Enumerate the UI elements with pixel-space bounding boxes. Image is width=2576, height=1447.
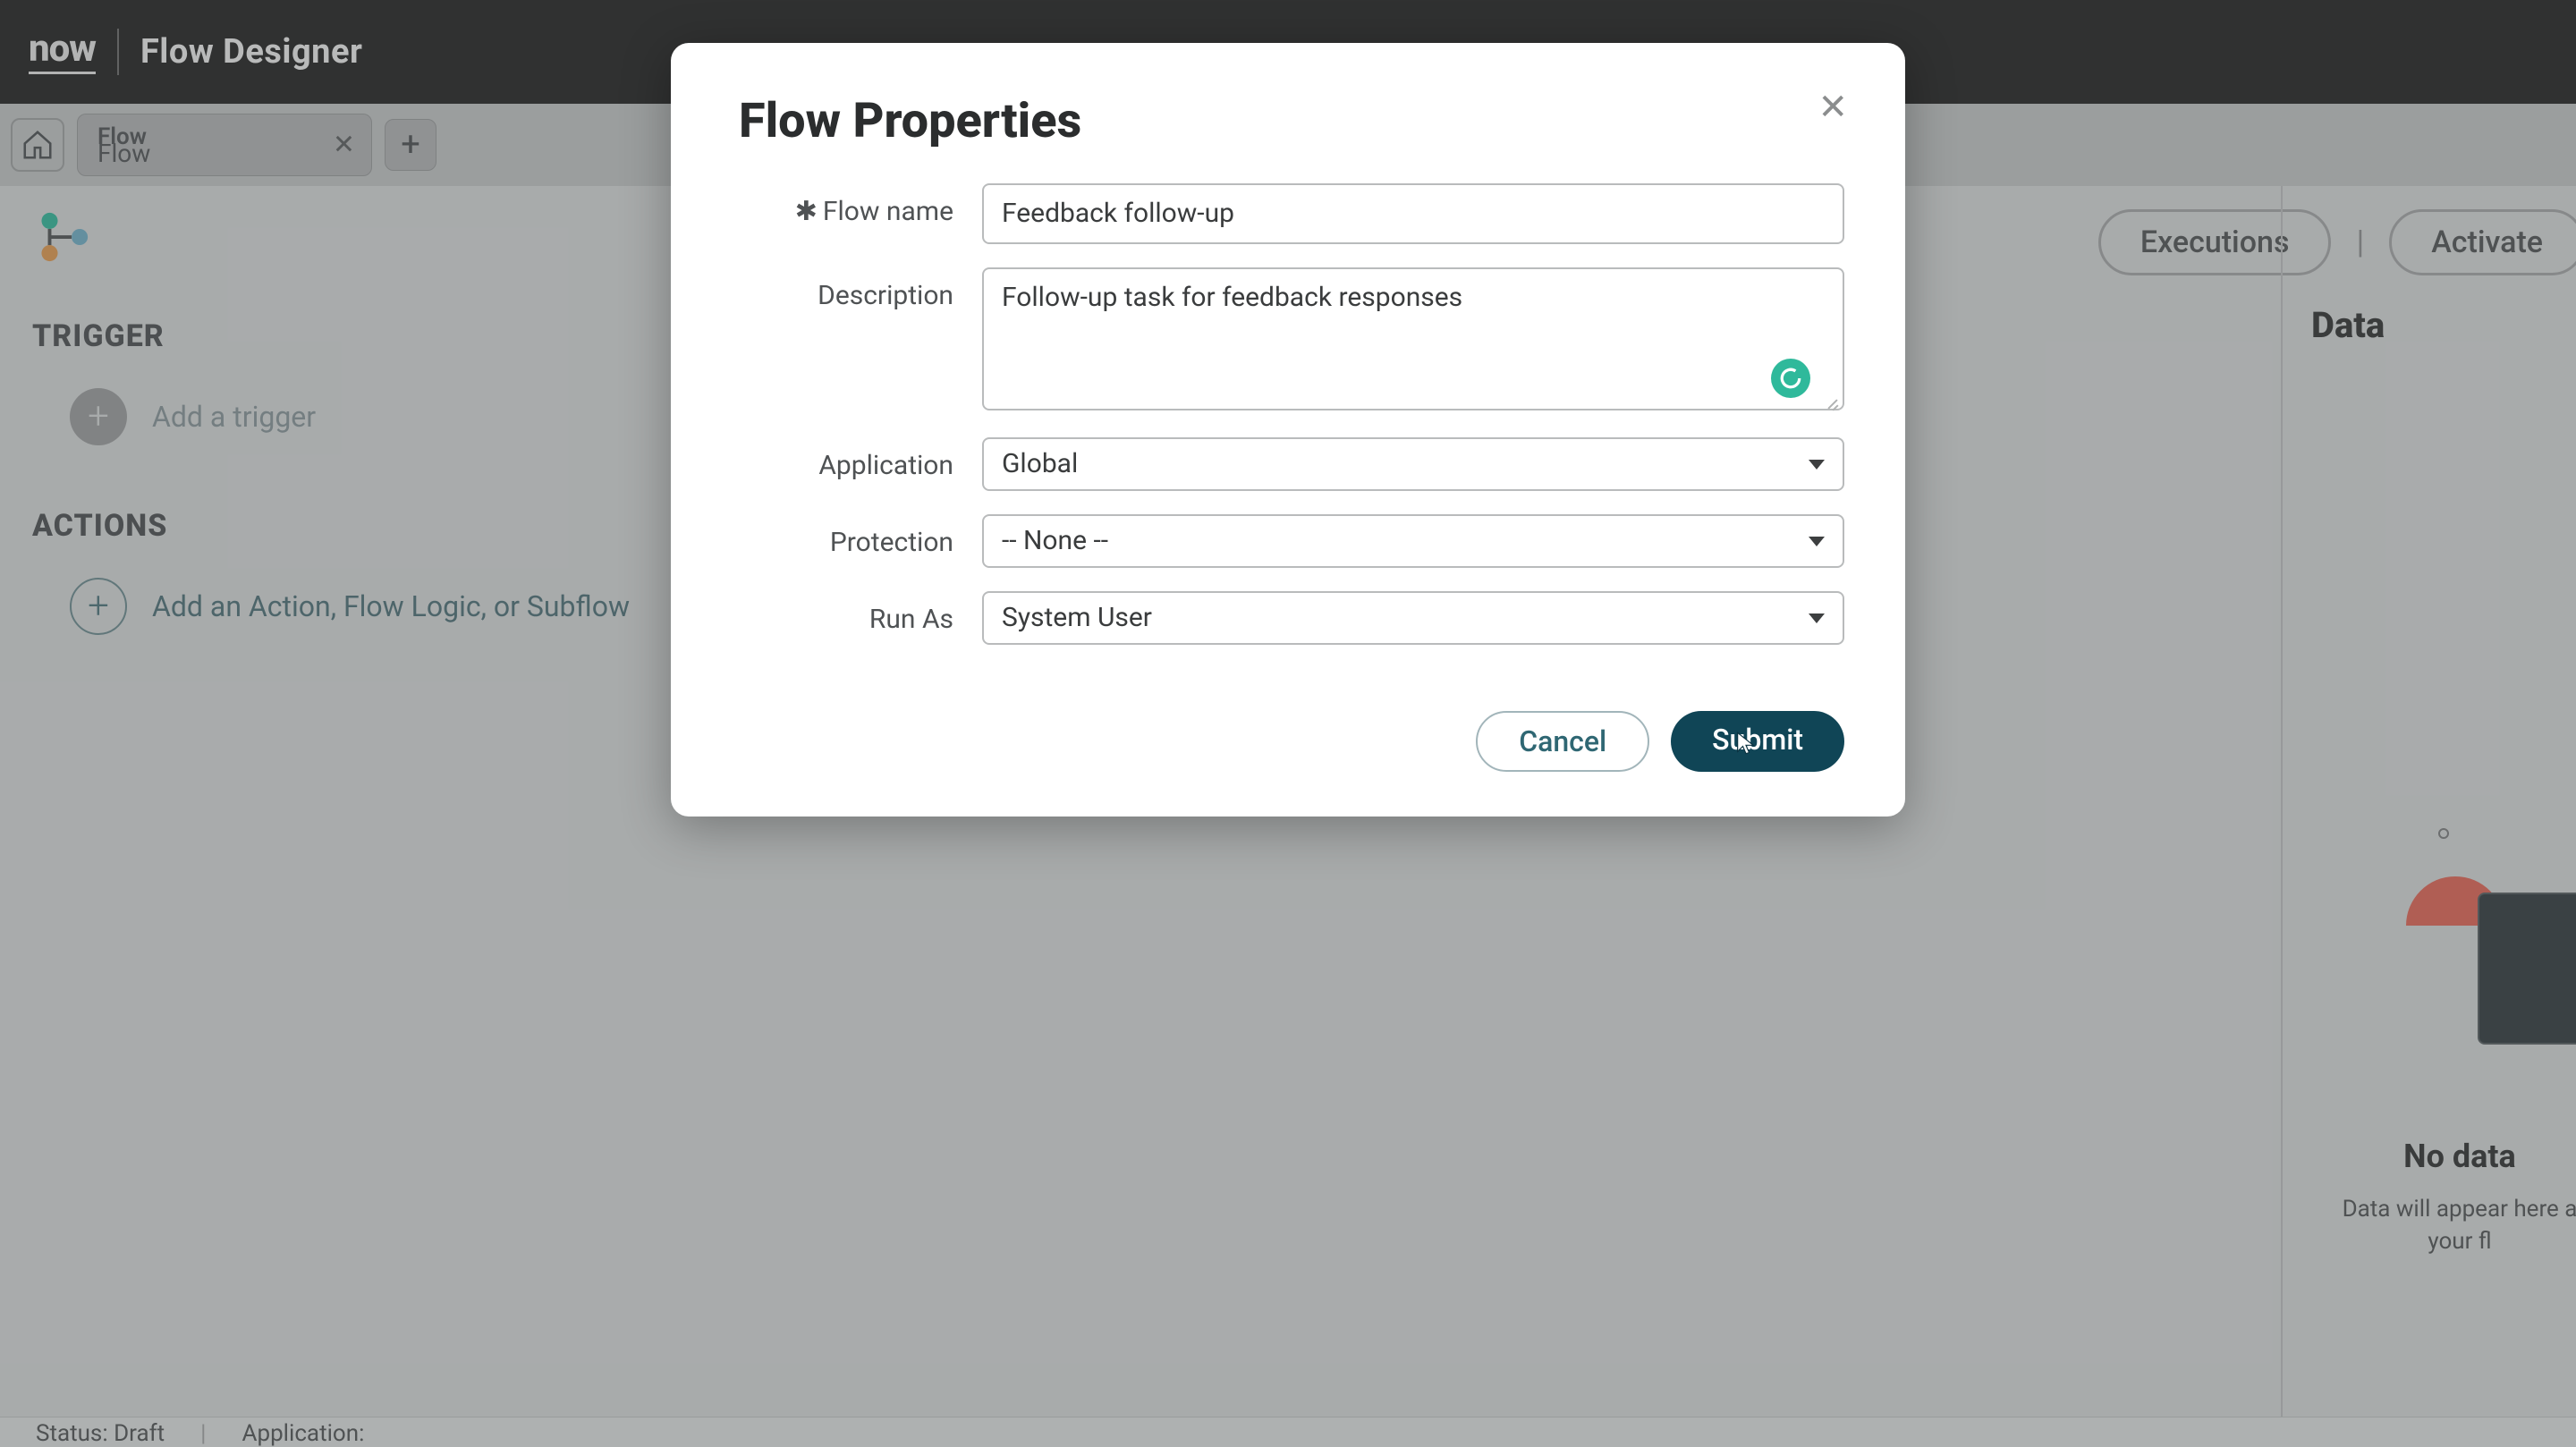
- row-description: Description Follow-up task for feedback …: [739, 267, 1844, 414]
- protection-value: -- None --: [1002, 525, 1108, 557]
- description-textarea[interactable]: Follow-up task for feedback responses: [982, 267, 1844, 410]
- run-as-value: System User: [1002, 602, 1152, 634]
- close-icon: ✕: [1818, 86, 1848, 128]
- flow-name-input[interactable]: [982, 183, 1844, 244]
- label-description: Description: [739, 267, 953, 311]
- submit-label: Submit: [1712, 723, 1803, 757]
- required-asterisk: ✱: [795, 196, 818, 227]
- modal-overlay: Flow Properties ✕ ✱Flow name Description…: [0, 0, 2576, 1447]
- label-application: Application: [739, 437, 953, 481]
- spinner-icon: [1779, 367, 1802, 390]
- modal-close-button[interactable]: ✕: [1818, 89, 1848, 125]
- flow-properties-modal: Flow Properties ✕ ✱Flow name Description…: [671, 43, 1905, 817]
- caret-down-icon: [1809, 537, 1825, 546]
- cancel-button[interactable]: Cancel: [1476, 711, 1649, 772]
- application-value: Global: [1002, 448, 1078, 480]
- row-run-as: Run As System User: [739, 591, 1844, 645]
- row-flow-name: ✱Flow name: [739, 183, 1844, 244]
- row-application: Application Global: [739, 437, 1844, 491]
- run-as-select[interactable]: System User: [982, 591, 1844, 645]
- protection-select[interactable]: -- None --: [982, 514, 1844, 568]
- modal-actions: Cancel Submit: [739, 711, 1844, 772]
- modal-title: Flow Properties: [739, 93, 1844, 149]
- submit-button[interactable]: Submit: [1671, 711, 1844, 772]
- caret-down-icon: [1809, 460, 1825, 470]
- caret-down-icon: [1809, 613, 1825, 623]
- application-select[interactable]: Global: [982, 437, 1844, 491]
- label-run-as: Run As: [739, 591, 953, 635]
- label-flow-name: ✱Flow name: [739, 183, 953, 227]
- grammar-indicator[interactable]: [1771, 359, 1810, 398]
- row-protection: Protection -- None --: [739, 514, 1844, 568]
- label-protection: Protection: [739, 514, 953, 558]
